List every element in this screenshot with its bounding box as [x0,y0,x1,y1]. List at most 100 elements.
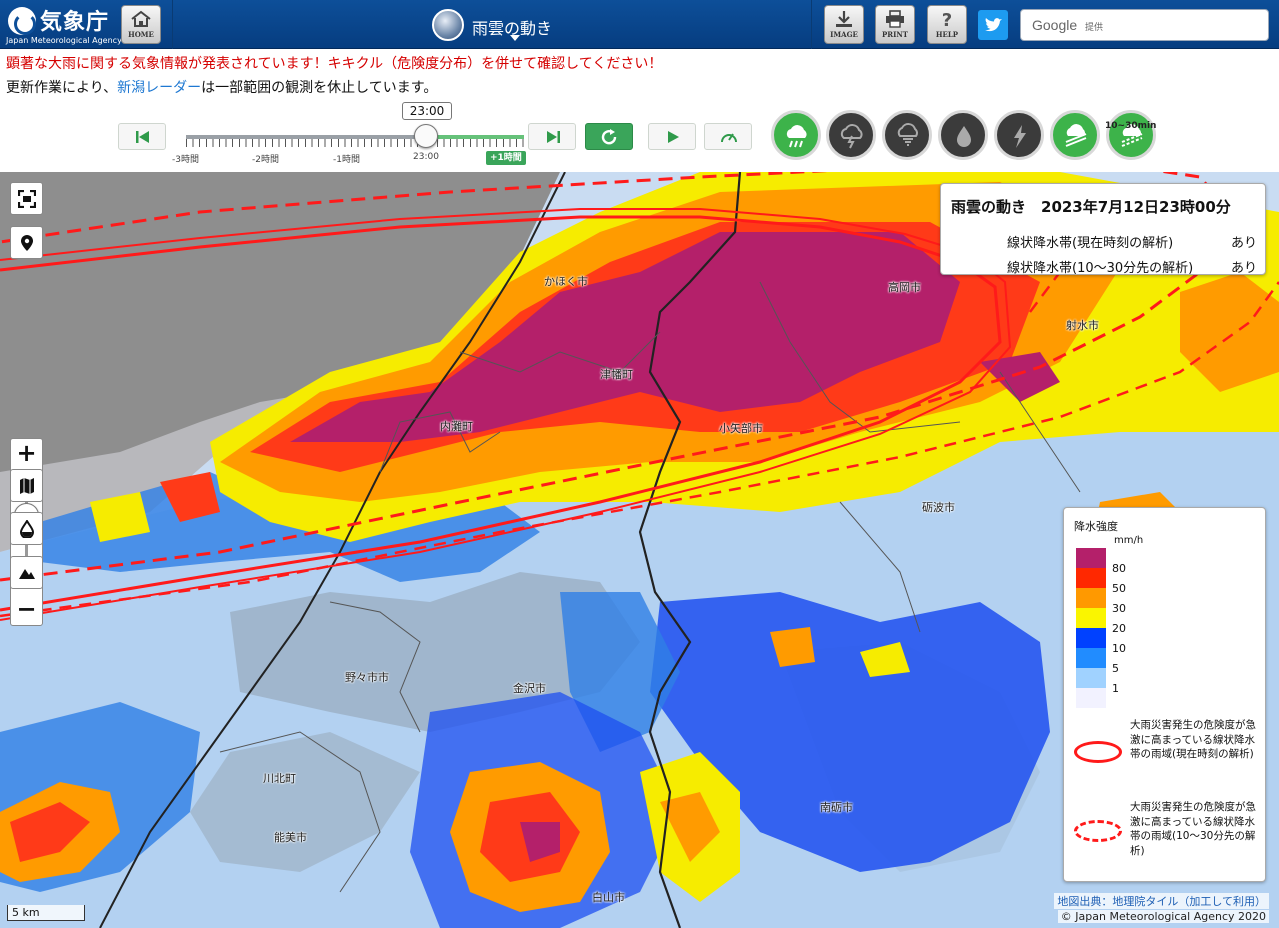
lightning-icon [1014,125,1026,148]
status-row-value: あり [1230,236,1257,251]
place-label: 津幡町 [600,368,633,381]
dashed-band-swatch [1074,820,1122,842]
rain-drop-icon [957,126,971,147]
home-button[interactable]: HOME [121,5,161,44]
google-search-box[interactable]: Google 提供 [1020,9,1269,41]
map-layer-button[interactable] [10,469,43,502]
tick-label: -2時間 [252,155,279,165]
tick-label: 23:00 [413,152,439,162]
dashed-band-description: 大雨災害発生の危険度が急激に高まっている線状降水帯の雨域(10～30分先の解析) [1130,801,1256,857]
image-label: IMAGE [830,30,858,39]
legend-value: 20 [1112,622,1126,635]
place-label: かほく市 [544,275,588,288]
play-button[interactable] [648,123,696,150]
solid-band-description: 大雨災害発生の危険度が急激に高まっている線状降水帯の雨域(現在時刻の解析) [1130,719,1256,760]
legend-unit: mm/h [1114,535,1144,546]
precipitation-legend: 降水強度 mm/h 80 50 30 20 10 5 1 大雨災害発生の危険度が急激に高まっ… [1063,507,1266,882]
notice-suffix: は一部範囲の観測を休止しています。 [201,80,438,96]
mountain-icon [19,569,35,579]
place-label: 内灘町 [440,420,473,433]
radar-maintenance-notice: 更新作業により、新潟レーダーは一部範囲の観測を休止しています。 [6,77,437,97]
current-time-label: 23:00 [402,102,452,120]
speed-button[interactable] [704,123,752,150]
play-icon [668,131,679,143]
status-row: 線状降水帯(現在時刻の解析) あり [1007,232,1257,251]
fullscreen-button[interactable] [10,182,43,215]
place-label: 白山市 [592,891,625,904]
twitter-button[interactable] [978,10,1008,40]
fullscreen-icon [18,190,36,208]
header-divider [811,0,812,49]
status-row-label: 線状降水帯(現在時刻の解析) [1007,236,1174,251]
home-label: HOME [128,30,154,39]
niigata-radar-link[interactable]: 新潟レーダー [117,80,201,96]
legend-swatch [1076,648,1106,668]
legend-swatch [1076,588,1106,608]
tornado-cloud-layer-button[interactable] [882,110,932,160]
map-source-credit[interactable]: 地図出典：地理院タイル（加工して利用） [1054,893,1269,909]
jma-logo-icon [8,7,36,35]
place-label: 南砺市 [820,801,853,814]
plus-one-hour-badge[interactable]: +1時間 [486,151,526,165]
map-icon [20,478,34,494]
status-row-label: 線状降水帯(10～30分先の解析) [1007,261,1194,276]
slider-ticks [186,139,524,147]
locate-button[interactable] [10,226,43,259]
place-label: 小矢部市 [719,422,763,435]
svg-text:?: ? [942,10,952,28]
zoom-out-button[interactable]: − [11,595,42,625]
notice-prefix: 更新作業により、 [6,80,118,96]
legend-value: 1 [1112,682,1119,695]
legend-value: 5 [1112,662,1119,675]
thunder-cloud-layer-button[interactable] [826,110,876,160]
jma-logo[interactable]: 気象庁 Japan Meteorological Agency [6,4,122,46]
rain-drop-layer-button[interactable] [938,110,988,160]
status-panel: 雨雲の動き 2023年7月12日23時00分 線状降水帯(現在時刻の解析) あり… [940,183,1266,276]
google-provided-label: 提供 [1085,23,1104,33]
download-icon [836,11,852,27]
slider-thumb[interactable] [413,124,438,148]
skip-to-end-button[interactable] [528,123,576,150]
place-label: 能美市 [274,831,307,844]
rain-cloud-layer-button[interactable] [771,110,821,160]
place-label: 金沢市 [513,682,546,695]
heavy-rain-warning[interactable]: 顕著な大雨に関する気象情報が発表されています！キキクル（危険度分布）を併せて確認… [6,53,662,73]
help-icon: ? [942,10,952,28]
map-scale-bar: 5 km [7,905,85,921]
rainfall-layer-button[interactable] [10,512,43,545]
solid-band-swatch [1074,741,1122,763]
status-row: 線状降水帯(10～30分先の解析) あり [1007,257,1257,276]
zoom-in-button[interactable]: + [11,439,42,469]
skip-to-start-button[interactable] [118,123,166,150]
help-button[interactable]: ? HELP [927,5,967,44]
tick-label: -1時間 [333,155,360,165]
globe-icon [432,9,464,41]
legend-value: 10 [1112,642,1126,655]
legend-value: 30 [1112,602,1126,615]
legend-title: 降水強度 [1074,520,1118,533]
home-icon [131,10,151,27]
latest-refresh-button[interactable] [585,123,633,150]
chevron-down-icon [510,35,520,41]
rain-cloud-icon [786,125,807,148]
linear-band-forecast-layer-button[interactable] [1106,110,1156,160]
legend-value: 80 [1112,562,1126,575]
header-bar: 気象庁 Japan Meteorological Agency HOME 雨雲の… [0,0,1279,49]
thunder-cloud-icon [840,124,863,149]
lightning-layer-button[interactable] [994,110,1044,160]
place-label: 砺波市 [922,501,955,514]
terrain-layer-button[interactable] [10,556,43,589]
location-pin-icon [21,235,33,251]
image-button[interactable]: IMAGE [824,5,864,44]
print-button[interactable]: PRINT [875,5,915,44]
place-label: 川北町 [263,772,296,785]
radar-map[interactable]: かほく市 津幡町 内灘町 小矢部市 高岡市 射水市 砺波市 野々市市 金沢市 川… [0,172,1279,928]
legend-swatch [1076,668,1106,688]
header-divider [172,0,173,49]
place-label: 野々市市 [345,671,389,684]
place-label: 射水市 [1066,319,1099,332]
tick-label: -3時間 [172,155,199,165]
time-slider[interactable] [186,124,524,155]
logo-title: 気象庁 [40,10,110,35]
linear-band-layer-button[interactable] [1050,110,1100,160]
